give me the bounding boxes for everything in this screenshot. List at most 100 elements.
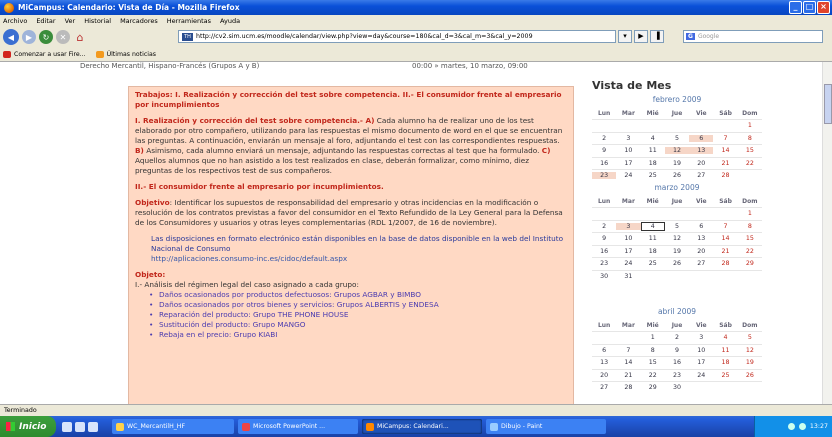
- calendar-day[interactable]: 15: [738, 147, 762, 154]
- close-button[interactable]: ×: [817, 1, 830, 14]
- menu-ayuda[interactable]: Ayuda: [220, 17, 240, 25]
- menu-marcadores[interactable]: Marcadores: [120, 17, 158, 25]
- maximize-button[interactable]: □: [803, 1, 816, 14]
- calendar-day[interactable]: 10: [616, 147, 640, 154]
- calendar-day[interactable]: 20: [689, 160, 713, 167]
- calendar-day[interactable]: 22: [738, 248, 762, 255]
- menu-historial[interactable]: Historial: [84, 17, 111, 25]
- calendar-day[interactable]: 12: [665, 235, 689, 242]
- calendar-day[interactable]: 6: [592, 347, 616, 354]
- calendar-day[interactable]: 5: [665, 223, 689, 230]
- bookmark-icon[interactable]: ▐: [650, 30, 664, 43]
- calendar-day[interactable]: 19: [665, 248, 689, 255]
- calendar-day[interactable]: 29: [738, 260, 762, 267]
- calendar-day[interactable]: 17: [616, 160, 640, 167]
- calendar-day[interactable]: 7: [713, 223, 737, 230]
- calendar-day[interactable]: 10: [616, 235, 640, 242]
- calendar-day[interactable]: 21: [713, 248, 737, 255]
- calendar-day[interactable]: 30: [592, 273, 616, 280]
- calendar-day[interactable]: 24: [616, 172, 640, 179]
- calendar-day[interactable]: 28: [713, 260, 737, 267]
- home-icon[interactable]: ⌂: [73, 30, 87, 44]
- calendar-day[interactable]: 16: [592, 248, 616, 255]
- calendar-day[interactable]: 20: [592, 372, 616, 379]
- calendar-day[interactable]: 8: [738, 135, 762, 142]
- calendar-day[interactable]: 15: [738, 235, 762, 242]
- calendar-day[interactable]: 18: [713, 359, 737, 366]
- scrollbar-thumb[interactable]: [824, 84, 832, 124]
- consumo-link[interactable]: http://aplicaciones.consumo-inc.es/cidoc…: [151, 254, 347, 263]
- calendar-day[interactable]: 17: [616, 248, 640, 255]
- calendar-day[interactable]: 30: [665, 384, 689, 391]
- calendar-day[interactable]: 25: [641, 260, 665, 267]
- calendar-day[interactable]: 27: [689, 260, 713, 267]
- start-button[interactable]: Inicio: [0, 416, 56, 437]
- calendar-day[interactable]: 25: [641, 172, 665, 179]
- calendar-day[interactable]: 3: [689, 334, 713, 341]
- calendar-day[interactable]: 21: [616, 372, 640, 379]
- calendar-day[interactable]: 20: [689, 248, 713, 255]
- calendar-day[interactable]: 19: [665, 160, 689, 167]
- calendar-day[interactable]: 2: [665, 334, 689, 341]
- calendar-day[interactable]: 28: [713, 172, 737, 179]
- calendar-day[interactable]: 18: [641, 248, 665, 255]
- calendar-day[interactable]: 23: [592, 260, 616, 267]
- go-button[interactable]: ▶: [634, 30, 648, 43]
- calendar-day[interactable]: 23: [665, 372, 689, 379]
- calendar-day[interactable]: 18: [641, 160, 665, 167]
- url-dropdown-button[interactable]: ▾: [618, 30, 632, 43]
- calendar-day[interactable]: 3: [616, 222, 641, 230]
- calendar-day[interactable]: 9: [592, 235, 616, 242]
- menu-herramientas[interactable]: Herramientas: [167, 17, 211, 25]
- forward-button[interactable]: ▶: [22, 30, 36, 44]
- prev-event-course[interactable]: Derecho Mercantil, Hispano-Francés (Grup…: [80, 62, 259, 70]
- search-engine-icon[interactable]: G: [686, 33, 695, 40]
- calendar-day[interactable]: 11: [641, 147, 665, 154]
- quick-launch-icon[interactable]: [75, 421, 85, 432]
- menu-ver[interactable]: Ver: [65, 17, 76, 25]
- taskbar-item[interactable]: MiCampus: Calendari...: [362, 419, 482, 434]
- calendar-day[interactable]: 27: [592, 384, 616, 391]
- menu-editar[interactable]: Editar: [36, 17, 55, 25]
- calendar-day[interactable]: 17: [689, 359, 713, 366]
- calendar-day[interactable]: 5: [738, 334, 762, 341]
- menu-archivo[interactable]: Archivo: [3, 17, 27, 25]
- search-box[interactable]: G Google: [683, 30, 823, 43]
- quick-launch-icon[interactable]: [88, 421, 98, 432]
- calendar-day[interactable]: 16: [592, 160, 616, 167]
- back-button[interactable]: ◀: [3, 29, 19, 45]
- minimize-button[interactable]: _: [789, 1, 802, 14]
- calendar-day[interactable]: 7: [616, 347, 640, 354]
- volume-icon[interactable]: [798, 423, 806, 430]
- taskbar-item[interactable]: WC_MercantilH_HF: [112, 419, 234, 434]
- url-bar[interactable]: TH http://cv2.sim.ucm.es/moodle/calendar…: [178, 30, 616, 43]
- month-name[interactable]: marzo 2009: [592, 183, 762, 195]
- calendar-day[interactable]: 1: [641, 334, 665, 341]
- calendar-day[interactable]: 2: [592, 135, 616, 142]
- calendar-day[interactable]: 7: [713, 135, 737, 142]
- calendar-day[interactable]: 2: [592, 223, 616, 230]
- calendar-day[interactable]: 6: [689, 223, 713, 230]
- calendar-day[interactable]: 19: [738, 359, 762, 366]
- calendar-day[interactable]: 27: [689, 172, 713, 179]
- calendar-day[interactable]: 3: [616, 135, 640, 142]
- calendar-day[interactable]: 4: [713, 334, 737, 341]
- calendar-day[interactable]: 9: [592, 147, 616, 154]
- calendar-day[interactable]: 1: [738, 122, 762, 129]
- calendar-day[interactable]: 24: [689, 372, 713, 379]
- calendar-day[interactable]: 22: [738, 160, 762, 167]
- calendar-day[interactable]: 21: [713, 160, 737, 167]
- calendar-day[interactable]: 4: [640, 221, 665, 231]
- calendar-day[interactable]: 14: [713, 235, 737, 242]
- calendar-day[interactable]: 28: [616, 384, 640, 391]
- calendar-day[interactable]: 15: [641, 359, 665, 366]
- taskbar-item[interactable]: Microsoft PowerPoint ...: [238, 419, 358, 434]
- calendar-day[interactable]: 11: [713, 347, 737, 354]
- calendar-day[interactable]: 11: [641, 235, 665, 242]
- calendar-day[interactable]: 31: [616, 273, 640, 280]
- bookmark-latest-news[interactable]: Últimas noticias: [95, 50, 156, 58]
- calendar-day[interactable]: 24: [616, 260, 640, 267]
- calendar-day[interactable]: 8: [641, 347, 665, 354]
- calendar-day[interactable]: 9: [665, 347, 689, 354]
- calendar-day[interactable]: 12: [738, 347, 762, 354]
